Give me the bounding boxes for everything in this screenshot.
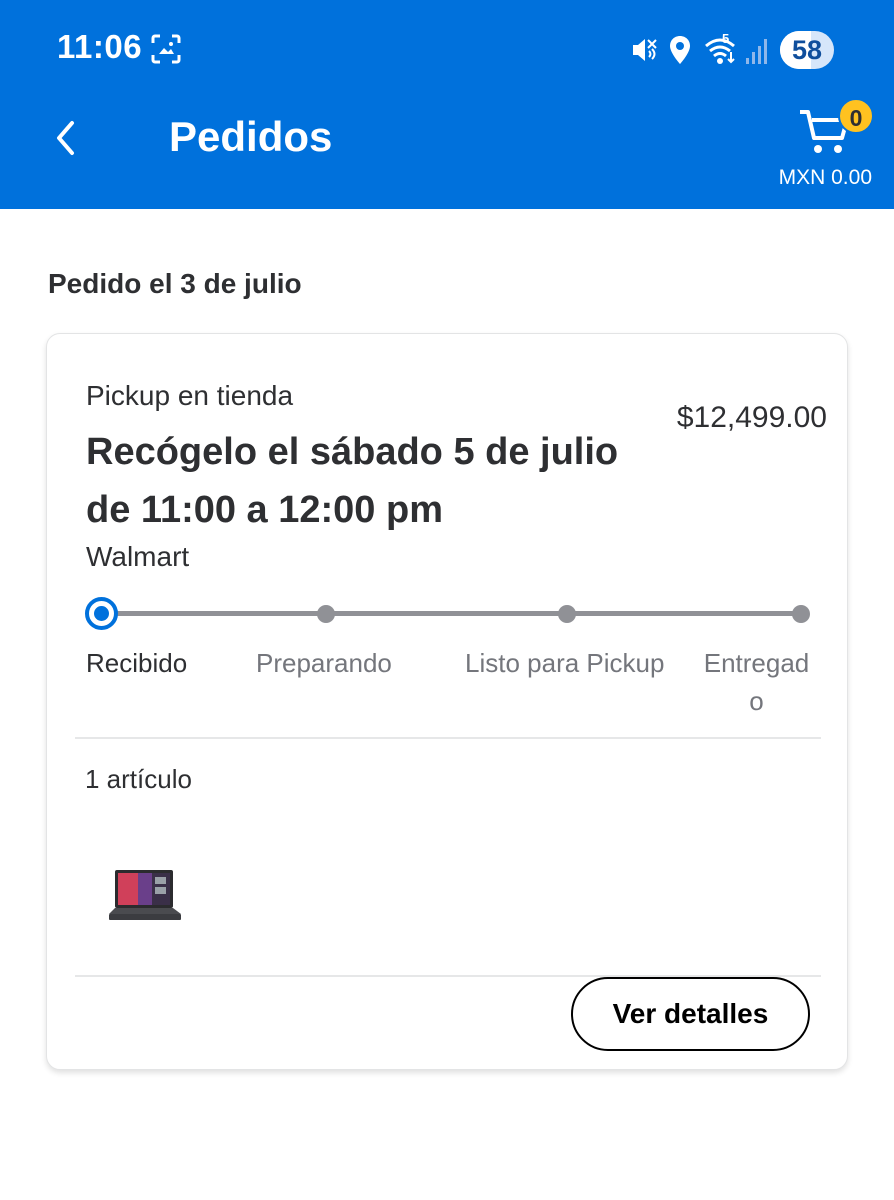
step-label-entregado: Entregad o	[703, 648, 810, 716]
signal-icon	[746, 39, 767, 64]
order-price: $12,499.00	[676, 401, 827, 434]
step-label-preparando: Preparando	[256, 648, 392, 678]
step-label-recibido: Recibido	[86, 648, 188, 678]
cart-count-badge: 0	[838, 98, 874, 134]
step-label-listo: Listo para Pickup	[465, 648, 665, 678]
store-name: Walmart	[86, 541, 190, 572]
page-title: Pedidos	[169, 113, 333, 160]
cart-total: MXN 0.00	[778, 166, 872, 189]
step-dot-recibido	[85, 597, 118, 630]
step-dot-preparando	[317, 605, 335, 623]
mute-icon	[633, 39, 657, 61]
back-icon[interactable]	[52, 117, 80, 159]
battery-level: 58	[791, 35, 823, 65]
divider	[75, 737, 821, 739]
product-thumbnail[interactable]	[107, 864, 183, 934]
screenshot-icon	[151, 34, 181, 64]
view-details-button[interactable]: Ver detalles	[571, 977, 810, 1051]
status-time: 11:06	[57, 28, 143, 65]
item-count: 1 artículo	[85, 764, 192, 794]
order-progress-tracker: Recibido Preparando Listo para Pickup En…	[47, 594, 847, 716]
order-date-heading: Pedido el 3 de julio	[48, 268, 302, 299]
status-icons: 5 58	[594, 28, 894, 72]
battery-icon: 58	[780, 31, 834, 69]
step-dot-entregado	[792, 605, 810, 623]
cart-button[interactable]: 0 MXN 0.00	[760, 98, 894, 198]
fulfillment-type: Pickup en tienda	[86, 380, 294, 411]
app-header: 11:06 5 58 Pedidos 0 MXN 0.00	[0, 0, 894, 209]
progress-line	[101, 611, 801, 616]
location-icon	[670, 36, 690, 64]
pickup-window: Recógelo el sábado 5 de julio de 11:00 a…	[86, 431, 619, 531]
network-label: 5	[722, 31, 730, 46]
step-dot-listo	[558, 605, 576, 623]
order-card: Pickup en tienda $12,499.00 Recógelo el …	[46, 333, 848, 1070]
